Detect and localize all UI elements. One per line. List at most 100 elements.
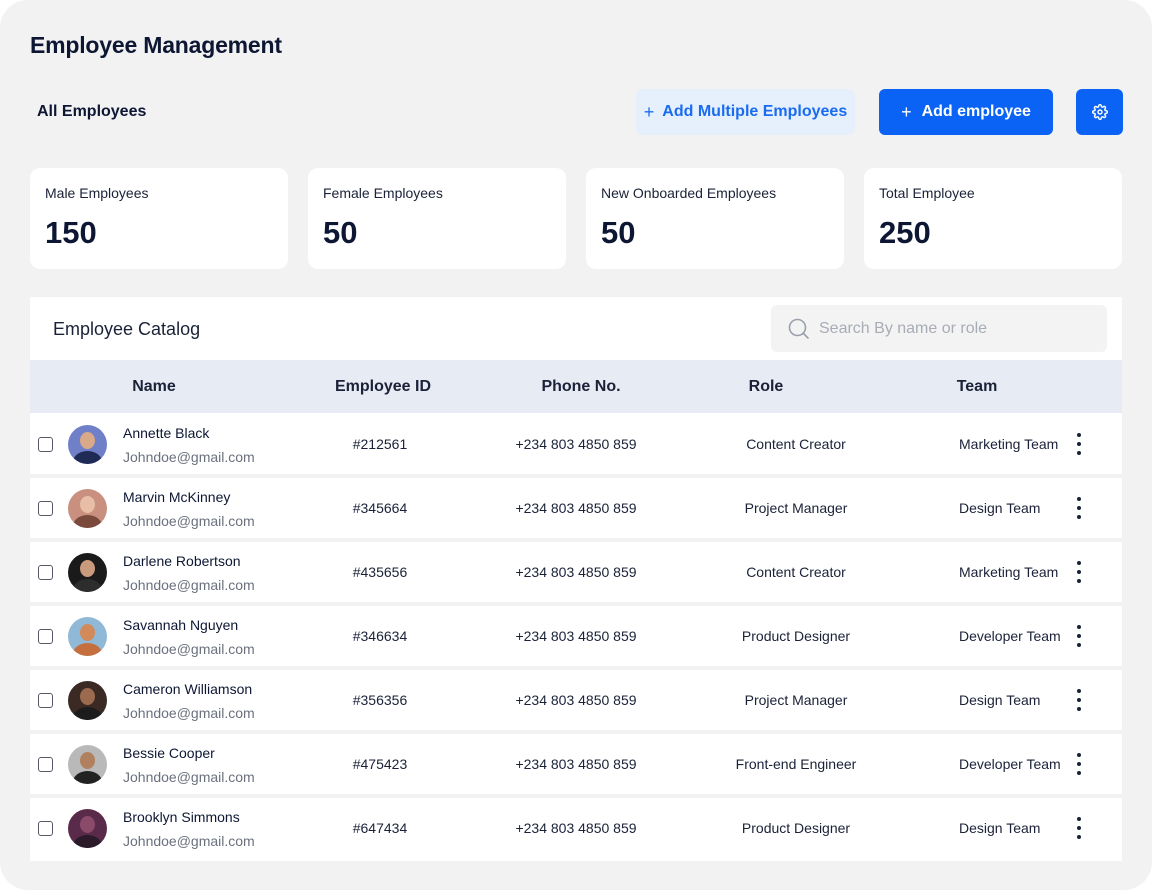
gear-icon <box>1091 104 1108 120</box>
employee-role: Content Creator <box>746 436 846 452</box>
employee-phone: +234 803 4850 859 <box>515 436 637 452</box>
column-header-team: Team <box>956 378 998 395</box>
employee-team: Marketing Team <box>959 436 1059 452</box>
more-options-icon[interactable] <box>1070 689 1088 711</box>
catalog-title: Employee Catalog <box>53 319 201 339</box>
avatar <box>68 617 107 656</box>
row-checkbox[interactable] <box>38 437 53 452</box>
employee-email: Johndoe@gmail.com <box>123 833 255 849</box>
employee-email: Johndoe@gmail.com <box>123 513 255 529</box>
employee-name: Bessie Cooper <box>123 745 215 761</box>
table-row[interactable]: Annette Black Johndoe@gmail.com #212561 … <box>30 414 1122 474</box>
stat-value: 150 <box>45 215 97 250</box>
employee-team: Developer Team <box>959 756 1061 772</box>
employee-team: Marketing Team <box>959 564 1059 580</box>
employee-name: Annette Black <box>123 425 210 441</box>
row-checkbox[interactable] <box>38 821 53 836</box>
employee-role: Product Designer <box>741 628 851 644</box>
add-multiple-employees-label: Add Multiple Employees <box>662 103 848 120</box>
more-options-icon[interactable] <box>1070 433 1088 455</box>
search-box[interactable] <box>771 305 1107 352</box>
avatar <box>68 425 107 464</box>
employee-role: Content Creator <box>746 564 846 580</box>
search-input[interactable] <box>819 319 1089 338</box>
more-options-icon[interactable] <box>1070 625 1088 647</box>
employee-role: Product Designer <box>741 820 851 836</box>
employee-id: #346634 <box>352 628 408 644</box>
search-icon <box>788 318 809 339</box>
employee-phone: +234 803 4850 859 <box>515 564 637 580</box>
employee-name: Brooklyn Simmons <box>123 809 240 825</box>
row-checkbox[interactable] <box>38 757 53 772</box>
employee-team: Developer Team <box>959 628 1061 644</box>
avatar <box>68 745 107 784</box>
employee-email: Johndoe@gmail.com <box>123 577 255 593</box>
employee-role: Front-end Engineer <box>735 756 857 772</box>
stat-label: Total Employee <box>879 185 975 201</box>
more-options-icon[interactable] <box>1070 817 1088 839</box>
section-label: All Employees <box>37 103 147 120</box>
stat-card-new-onboarded: New Onboarded Employees 50 <box>586 168 844 269</box>
stat-value: 50 <box>323 215 358 250</box>
table-row[interactable]: Bessie Cooper Johndoe@gmail.com #475423 … <box>30 734 1122 794</box>
employee-id: #475423 <box>352 756 408 772</box>
add-employee-button[interactable]: + Add employee <box>879 89 1053 135</box>
avatar <box>68 809 107 848</box>
table-row[interactable]: Darlene Robertson Johndoe@gmail.com #435… <box>30 542 1122 602</box>
page-title: Employee Management <box>30 32 282 58</box>
avatar <box>68 681 107 720</box>
employee-team: Design Team <box>959 692 1041 708</box>
column-header-name: Name <box>132 378 176 395</box>
table-row[interactable]: Marvin McKinney Johndoe@gmail.com #34566… <box>30 478 1122 538</box>
employee-name: Marvin McKinney <box>123 489 231 505</box>
settings-button[interactable] <box>1076 89 1123 135</box>
add-multiple-employees-button[interactable]: + Add Multiple Employees <box>636 89 855 135</box>
employee-id: #212561 <box>352 436 408 452</box>
stat-value: 50 <box>601 215 636 250</box>
employee-phone: +234 803 4850 859 <box>515 692 637 708</box>
employee-catalog: Employee Catalog Name Employee ID Phone … <box>30 297 1122 861</box>
employee-id: #647434 <box>352 820 408 836</box>
table-row[interactable]: Savannah Nguyen Johndoe@gmail.com #34663… <box>30 606 1122 666</box>
avatar <box>68 553 107 592</box>
column-header-employee-id: Employee ID <box>334 378 432 395</box>
employee-name: Darlene Robertson <box>123 553 241 569</box>
employee-name: Cameron Williamson <box>123 681 253 697</box>
table-header: Name Employee ID Phone No. Role Team <box>30 360 1122 413</box>
employee-email: Johndoe@gmail.com <box>123 641 255 657</box>
row-checkbox[interactable] <box>38 501 53 516</box>
employee-phone: +234 803 4850 859 <box>515 756 637 772</box>
row-checkbox[interactable] <box>38 565 53 580</box>
avatar <box>68 489 107 528</box>
add-employee-label: Add employee <box>921 103 1031 120</box>
employee-email: Johndoe@gmail.com <box>123 449 255 465</box>
employee-role: Project Manager <box>744 500 848 516</box>
stat-label: Female Employees <box>323 185 443 201</box>
stat-card-total: Total Employee 250 <box>864 168 1122 269</box>
more-options-icon[interactable] <box>1070 561 1088 583</box>
stat-label: New Onboarded Employees <box>601 185 777 201</box>
table-row[interactable]: Cameron Williamson Johndoe@gmail.com #35… <box>30 670 1122 730</box>
employee-role: Project Manager <box>744 692 848 708</box>
stat-card-female: Female Employees 50 <box>308 168 566 269</box>
employee-email: Johndoe@gmail.com <box>123 705 255 721</box>
row-checkbox[interactable] <box>38 693 53 708</box>
employee-phone: +234 803 4850 859 <box>515 820 637 836</box>
plus-icon: + <box>901 102 912 122</box>
row-checkbox[interactable] <box>38 629 53 644</box>
app-window: Employee Management All Employees + Add … <box>0 0 1152 890</box>
employee-phone: +234 803 4850 859 <box>515 500 637 516</box>
employee-phone: +234 803 4850 859 <box>515 628 637 644</box>
employee-team: Design Team <box>959 820 1041 836</box>
plus-icon: + <box>643 102 655 122</box>
employee-email: Johndoe@gmail.com <box>123 769 255 785</box>
more-options-icon[interactable] <box>1070 497 1088 519</box>
more-options-icon[interactable] <box>1070 753 1088 775</box>
employee-id: #435656 <box>352 564 408 580</box>
column-header-role: Role <box>748 378 784 395</box>
column-header-phone: Phone No. <box>541 378 621 395</box>
stat-value: 250 <box>879 215 931 250</box>
employee-team: Design Team <box>959 500 1041 516</box>
stat-label: Male Employees <box>45 185 149 201</box>
table-row[interactable]: Brooklyn Simmons Johndoe@gmail.com #6474… <box>30 798 1122 858</box>
